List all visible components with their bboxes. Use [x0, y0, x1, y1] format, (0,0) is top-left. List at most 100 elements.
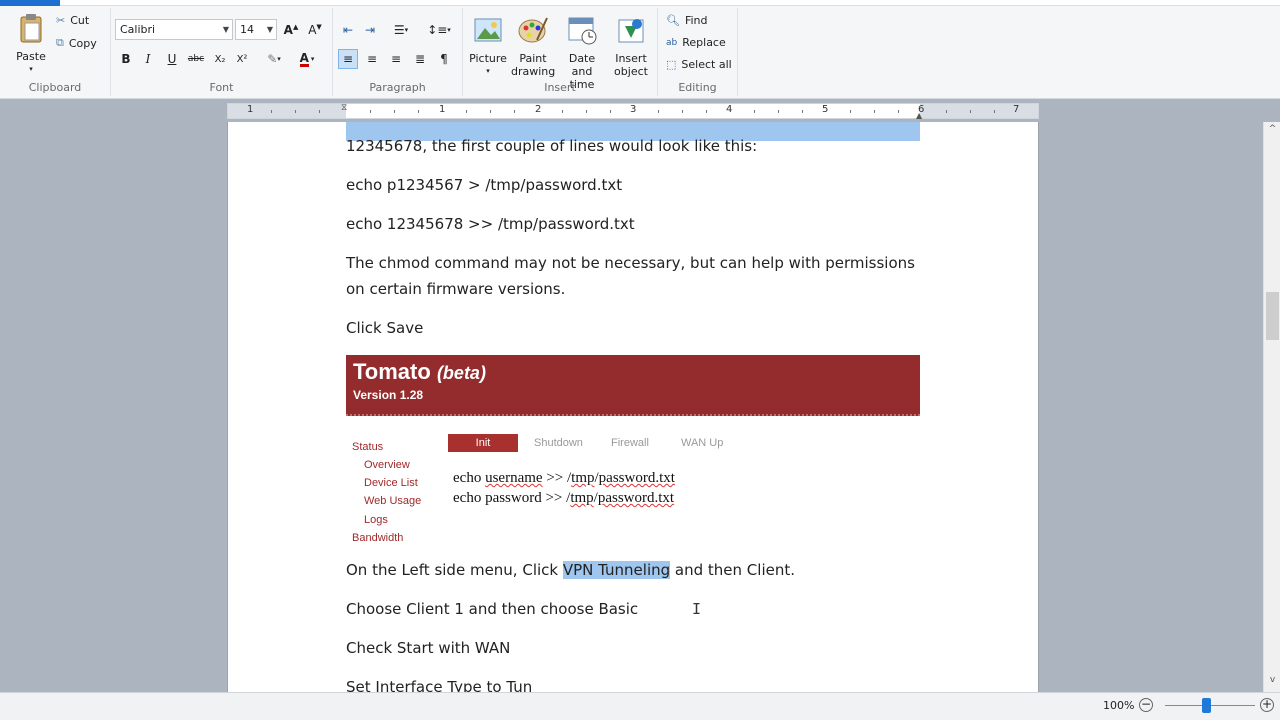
- insert-group: Picture ▾ Paint drawing Date and time In…: [463, 8, 658, 96]
- align-center-button[interactable]: ≡: [362, 49, 382, 69]
- paint-label-1: Paint: [519, 52, 547, 65]
- paragraph[interactable]: Set Interface Type to Tun: [346, 674, 926, 692]
- select-all-button[interactable]: ⬚ Select all: [666, 58, 732, 71]
- zoom-out-button[interactable]: −: [1139, 698, 1153, 712]
- paragraph[interactable]: On the Left side menu, Click VPN Tunneli…: [346, 557, 926, 583]
- clipboard-group-label: Clipboard: [28, 81, 82, 94]
- paragraph[interactable]: Choose Client 1 and then choose Basic: [346, 596, 926, 622]
- align-left-icon: ≡: [342, 52, 354, 66]
- paragraph[interactable]: Check Start with WAN: [346, 635, 926, 661]
- paragraph-group-label: Paragraph: [369, 81, 426, 94]
- right-indent-handle[interactable]: ▲: [916, 111, 922, 120]
- ruler-number: 5: [822, 104, 829, 115]
- ruler-number: 1: [247, 104, 254, 115]
- italic-button[interactable]: I: [138, 49, 158, 69]
- replace-label: Replace: [682, 36, 726, 49]
- calendar-clock-icon: [568, 17, 597, 45]
- title-strip: [0, 0, 1280, 6]
- line-spacing-button[interactable]: ↕≡ ▾: [423, 20, 455, 40]
- ribbon: Paste ▾ ✂ Cut ⧉ Copy Clipboard Calibri ▼…: [0, 0, 1280, 99]
- strikethrough-button[interactable]: abc: [186, 49, 206, 69]
- copy-label: Copy: [68, 36, 97, 50]
- align-right-button[interactable]: ≡: [386, 49, 406, 69]
- copy-icon: ⧉: [56, 36, 64, 49]
- paragraph-settings-button[interactable]: ¶: [434, 49, 454, 69]
- align-left-button[interactable]: ≡: [338, 49, 358, 69]
- script-line-2: echo password >> /tmp/password.txt: [453, 490, 675, 506]
- zoom-slider-thumb[interactable]: [1202, 698, 1211, 713]
- insert-object-button[interactable]: Insert object: [609, 14, 653, 78]
- date-label-1: Date and: [568, 52, 596, 78]
- paint-drawing-button[interactable]: Paint drawing: [511, 14, 555, 78]
- bold-button[interactable]: B: [116, 49, 136, 69]
- picture-button[interactable]: Picture ▾: [467, 14, 509, 78]
- scrollbar-thumb[interactable]: [1266, 292, 1279, 340]
- highlight-color-button[interactable]: ✎ ▾: [259, 49, 289, 69]
- find-button[interactable]: 🔍︎ Find: [666, 14, 708, 27]
- subscript-button[interactable]: X₂: [210, 49, 230, 69]
- shrink-font-button[interactable]: A▼: [305, 20, 325, 40]
- font-color-button[interactable]: A ▾: [293, 49, 321, 69]
- font-group-label: Font: [209, 81, 234, 94]
- line-spacing-icon: ↕≡: [427, 23, 448, 37]
- embedded-screenshot[interactable]: Tomato (beta) Version 1.28 Status Overvi…: [346, 355, 920, 541]
- align-right-icon: ≡: [390, 52, 402, 66]
- paragraph[interactable]: echo 12345678 >> /tmp/password.txt: [346, 211, 926, 237]
- decrease-indent-button[interactable]: ⇤: [338, 20, 358, 40]
- increase-indent-button[interactable]: ⇥: [360, 20, 380, 40]
- insert-group-label: Insert: [544, 81, 576, 94]
- object-icon: [618, 19, 644, 43]
- object-label-2: object: [614, 65, 648, 78]
- tab-firewall: Firewall: [611, 437, 649, 449]
- cut-button[interactable]: ✂ Cut: [56, 14, 89, 27]
- selected-text: VPN Tunneling: [562, 561, 671, 579]
- underline-button[interactable]: U: [162, 49, 182, 69]
- select-all-label: Select all: [681, 58, 732, 71]
- date-time-button[interactable]: Date and time: [557, 14, 607, 91]
- paragraph[interactable]: echo p1234567 > /tmp/password.txt: [346, 172, 926, 198]
- scroll-up-icon[interactable]: ^: [1264, 124, 1280, 134]
- font-family-select[interactable]: Calibri ▼: [115, 19, 233, 40]
- replace-button[interactable]: ab Replace: [666, 36, 726, 49]
- font-size-value: 14: [240, 23, 254, 36]
- tomato-logo: Tomato (beta): [353, 359, 486, 384]
- find-label: Find: [684, 14, 708, 27]
- ruler-left-margin: [228, 104, 346, 118]
- scroll-down-icon[interactable]: v: [1264, 675, 1280, 685]
- grow-font-icon: A▲: [283, 23, 299, 37]
- paste-label: Paste: [16, 50, 46, 63]
- grow-font-button[interactable]: A▲: [281, 20, 301, 40]
- ruler-number: 4: [726, 104, 733, 115]
- superscript-button[interactable]: X²: [232, 49, 252, 69]
- nav-status: Status: [352, 441, 384, 453]
- paint-label-2: drawing: [511, 65, 556, 78]
- zoom-level: 100%: [1103, 699, 1135, 712]
- font-size-select[interactable]: 14 ▼: [235, 19, 277, 40]
- tomato-version: Version 1.28: [353, 388, 424, 402]
- paste-icon: [20, 14, 42, 43]
- justify-button[interactable]: ≣: [410, 49, 430, 69]
- horizontal-ruler[interactable]: 1 1 2 3 4 5 6 7 ⧖ ▲: [227, 103, 1039, 120]
- ruler-number: 3: [630, 104, 637, 115]
- ruler-number: 1: [439, 104, 446, 115]
- left-indent-handle[interactable]: ⧖: [341, 104, 351, 120]
- text-cursor-icon: I: [692, 600, 702, 618]
- chevron-down-icon: ▼: [222, 25, 229, 34]
- picture-icon: [474, 18, 502, 42]
- copy-button[interactable]: ⧉ Copy: [56, 36, 97, 50]
- paragraph[interactable]: 12345678, the first couple of lines woul…: [346, 133, 926, 159]
- paste-button[interactable]: Paste ▾: [12, 12, 50, 76]
- document-page[interactable]: 12345678, the first couple of lines woul…: [227, 122, 1039, 692]
- paragraph[interactable]: Click Save: [346, 315, 926, 341]
- font-group: Calibri ▼ 14 ▼ A▲ A▼ B I U abc X₂ X² ✎ ▾ …: [111, 8, 333, 96]
- file-tab[interactable]: [0, 0, 60, 6]
- clipboard-group: Paste ▾ ✂ Cut ⧉ Copy Clipboard: [0, 8, 111, 96]
- paragraph[interactable]: The chmod command may not be necessary, …: [346, 250, 926, 302]
- align-center-icon: ≡: [366, 52, 378, 66]
- zoom-in-button[interactable]: +: [1260, 698, 1274, 712]
- shrink-font-icon: A▼: [308, 23, 322, 37]
- bullets-button[interactable]: ☰ ▾: [385, 20, 417, 40]
- vertical-scrollbar[interactable]: ^ v: [1263, 122, 1280, 692]
- nav-overview: Overview: [364, 459, 410, 471]
- scissors-icon: ✂: [56, 14, 66, 27]
